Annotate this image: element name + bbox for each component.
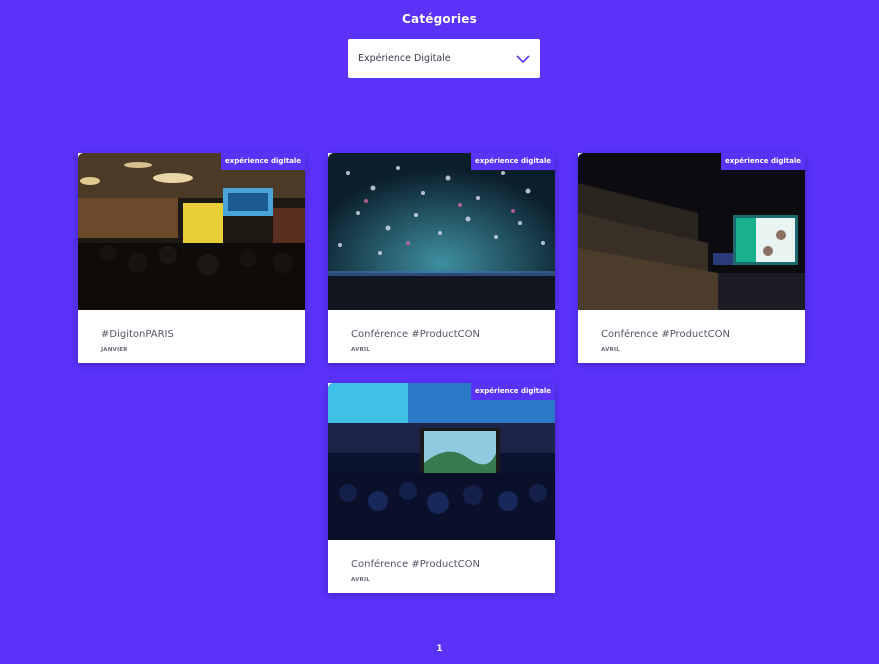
- category-select-value: Expérience Digitale: [358, 53, 451, 64]
- event-month: AVRIL: [351, 577, 370, 583]
- event-card[interactable]: expérience digitale Conférence #ProductC…: [328, 383, 555, 593]
- event-title: Conférence #ProductCON: [351, 329, 481, 340]
- category-tag: expérience digitale: [471, 153, 555, 170]
- event-card[interactable]: expérience digitale Conférence #ProductC…: [578, 153, 805, 363]
- event-image: [78, 153, 305, 310]
- event-card[interactable]: expérience digitale Conférence #ProductC…: [328, 153, 555, 363]
- event-card[interactable]: expérience digitale #DigitonPARIS JANVIE…: [78, 153, 305, 363]
- event-title: #DigitonPARIS: [101, 329, 174, 340]
- event-month: AVRIL: [351, 347, 370, 353]
- event-image: [328, 383, 555, 540]
- event-title: Conférence #ProductCON: [351, 559, 481, 570]
- event-month: AVRIL: [601, 347, 620, 353]
- pagination-current-page[interactable]: 1: [0, 644, 879, 654]
- event-month: JANVIER: [101, 347, 128, 353]
- category-tag: expérience digitale: [221, 153, 305, 170]
- event-title: Conférence #ProductCON: [601, 329, 731, 340]
- categories-title: Catégories: [402, 12, 477, 26]
- category-tag: expérience digitale: [721, 153, 805, 170]
- chevron-down-icon: [516, 54, 530, 63]
- event-image: [578, 153, 805, 310]
- event-image: [328, 153, 555, 310]
- category-tag: expérience digitale: [471, 383, 555, 400]
- category-select[interactable]: Expérience Digitale: [348, 39, 540, 78]
